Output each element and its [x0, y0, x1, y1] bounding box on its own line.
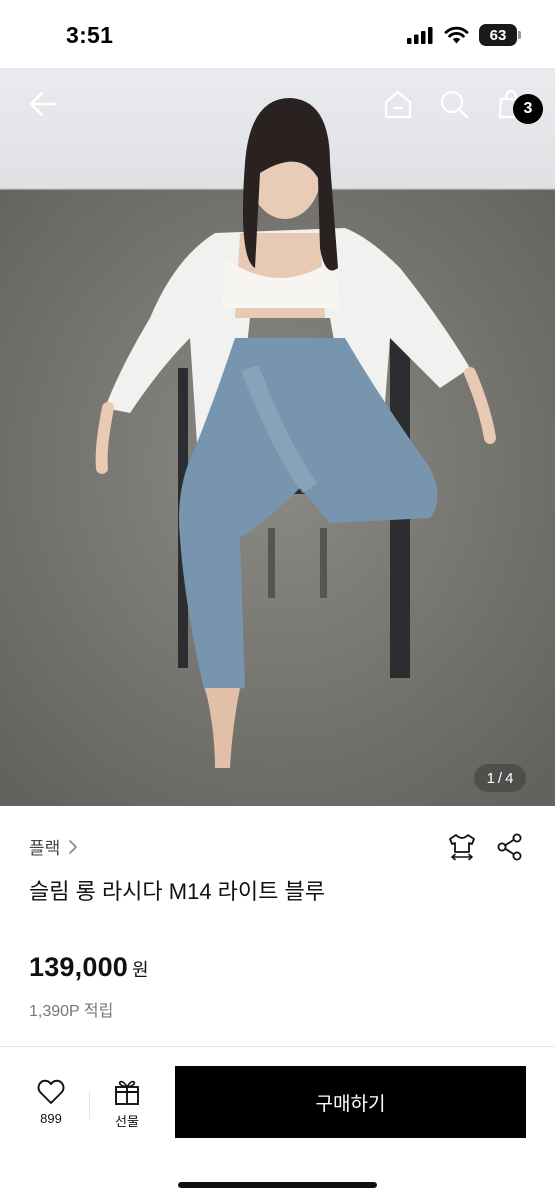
product-title: 슬림 롱 라시다 M14 라이트 블루 — [29, 879, 325, 904]
top-navigation — [0, 68, 555, 140]
share-icon — [497, 833, 522, 861]
search-button[interactable] — [434, 84, 474, 124]
product-info: 플랙 슬림 롱 라시다 M14 라이트 블루 139,000 원 1,390P … — [0, 806, 555, 1048]
back-button[interactable] — [22, 84, 62, 124]
wishlist-count: 899 — [40, 1111, 62, 1126]
image-page-indicator: 1 / 4 — [474, 764, 526, 792]
price-row: 139,000 원 — [29, 952, 149, 983]
search-icon — [440, 90, 469, 119]
home-button[interactable] — [378, 84, 418, 124]
product-photo — [0, 98, 555, 806]
status-time: 3:51 — [66, 22, 114, 48]
share-button[interactable] — [495, 832, 525, 862]
buy-now-button[interactable]: 구매하기 — [175, 1066, 526, 1138]
arrow-left-icon — [29, 91, 57, 117]
product-image-gallery[interactable]: 3 1 / 4 — [0, 68, 555, 806]
cart-count-badge: 3 — [513, 94, 543, 124]
brand-link[interactable]: 플랙 — [29, 834, 78, 859]
total-image-count: 4 — [505, 769, 514, 787]
bottom-action-bar: 899 선물 구매하기 — [0, 1047, 555, 1200]
battery-icon: 63 — [479, 24, 521, 46]
reward-points: 1,390P 적립 — [29, 1003, 114, 1020]
status-bar: 3:51 63 — [0, 0, 555, 68]
wifi-icon — [444, 26, 469, 44]
wishlist-button[interactable]: 899 — [24, 1079, 78, 1126]
heart-icon — [37, 1079, 65, 1104]
gift-icon — [115, 1080, 139, 1105]
gift-label: 선물 — [115, 1114, 139, 1129]
status-icons: 63 — [407, 24, 521, 46]
current-image-index: 1 — [486, 769, 495, 787]
battery-level: 63 — [489, 26, 507, 44]
action-separator — [89, 1091, 90, 1119]
product-price: 139,000 — [29, 952, 128, 982]
size-guide-button[interactable] — [447, 832, 477, 862]
home-indicator — [178, 1182, 377, 1188]
home-icon — [384, 90, 412, 119]
cellular-signal-icon — [407, 27, 433, 44]
chevron-right-icon — [69, 839, 78, 854]
product-action-icons — [447, 832, 525, 862]
brand-name: 플랙 — [29, 839, 61, 858]
size-guide-icon — [449, 834, 475, 861]
image-index-separator: / — [497, 769, 503, 787]
price-currency: 원 — [132, 960, 149, 980]
gift-button[interactable]: 선물 — [100, 1079, 154, 1130]
